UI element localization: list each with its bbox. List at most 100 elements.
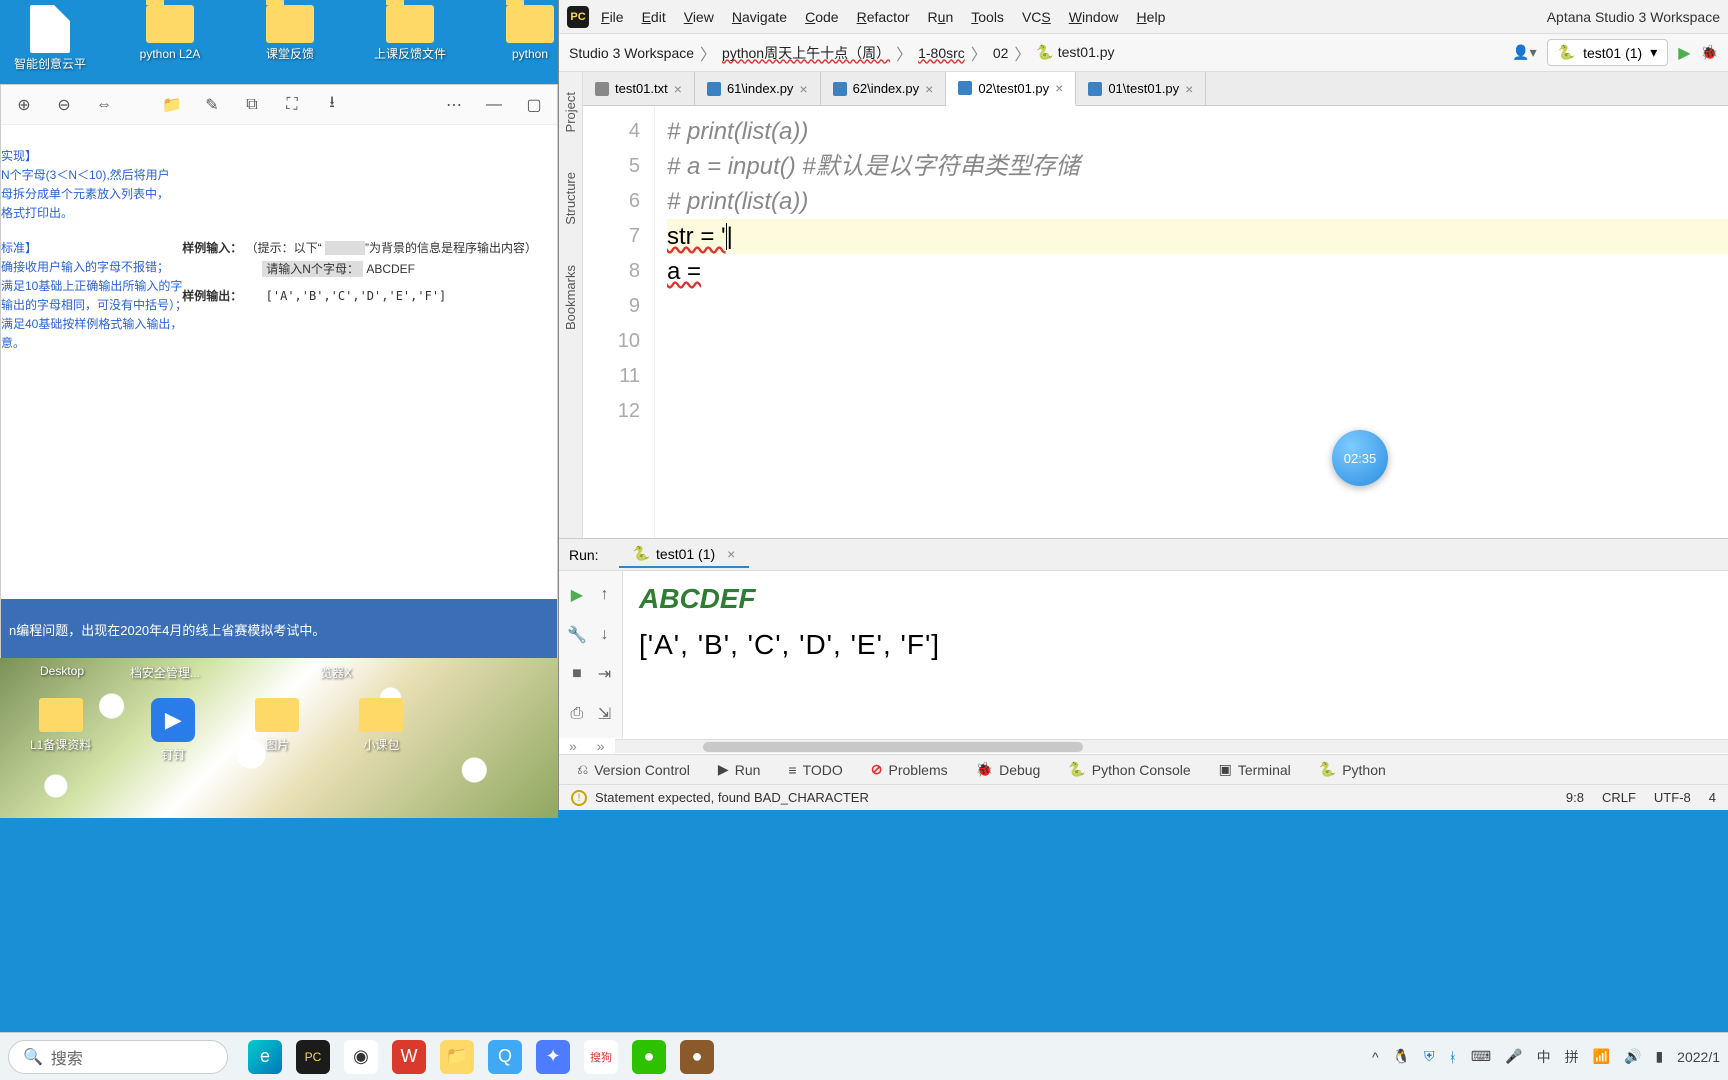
zoom-out-icon[interactable]: ⊖ bbox=[53, 94, 75, 116]
more-icon[interactable]: ⋯ bbox=[443, 94, 465, 116]
battery-icon[interactable]: ▮ bbox=[1655, 1048, 1663, 1065]
desktop-icon[interactable]: python L2A bbox=[130, 5, 210, 71]
close-icon[interactable]: × bbox=[799, 81, 807, 97]
wrap-icon[interactable]: ⇥ bbox=[595, 659, 614, 691]
run-output[interactable]: ABCDEF ['A', 'B', 'C', 'D', 'E', 'F'] bbox=[623, 571, 1728, 738]
menu-run[interactable]: Run bbox=[928, 9, 954, 25]
close-icon[interactable]: × bbox=[674, 81, 682, 97]
desktop-icon[interactable]: 课堂反馈 bbox=[250, 5, 330, 71]
volume-icon[interactable]: 🔊 bbox=[1624, 1048, 1641, 1065]
minimize-icon[interactable]: — bbox=[483, 94, 505, 116]
shield-icon[interactable]: ⛨ bbox=[1424, 1048, 1435, 1065]
menu-file[interactable]: File bbox=[601, 9, 624, 25]
sogou-app[interactable]: 搜狗 bbox=[584, 1040, 618, 1074]
explorer-app[interactable]: 📁 bbox=[440, 1040, 474, 1074]
clock[interactable]: 2022/1 bbox=[1677, 1049, 1720, 1065]
indent[interactable]: 4 bbox=[1709, 790, 1716, 805]
problems-tab[interactable]: ⊘Problems bbox=[871, 761, 948, 778]
todo-tab[interactable]: ≡TODO bbox=[788, 762, 842, 778]
breadcrumb-item[interactable]: Studio 3 Workspace bbox=[569, 45, 694, 61]
qq-app[interactable]: Q bbox=[488, 1040, 522, 1074]
wechat-app[interactable]: ● bbox=[632, 1040, 666, 1074]
run-button[interactable]: ▶ bbox=[1678, 43, 1690, 63]
desktop-icon[interactable]: L1备课资料 bbox=[30, 698, 91, 763]
debug-tab[interactable]: 🐞Debug bbox=[976, 761, 1041, 778]
up-icon[interactable]: ↑ bbox=[595, 579, 614, 611]
menu-view[interactable]: View bbox=[684, 9, 714, 25]
close-icon[interactable]: × bbox=[727, 546, 735, 562]
desktop-icon[interactable]: 图片 bbox=[255, 698, 299, 763]
menu-help[interactable]: Help bbox=[1137, 9, 1166, 25]
desktop-icon[interactable]: 上课反馈文件 bbox=[370, 5, 450, 71]
bookmarks-tab[interactable]: Bookmarks bbox=[563, 265, 578, 330]
debug-button[interactable]: 🐞 bbox=[1701, 44, 1718, 61]
settings-icon[interactable]: 🔧 bbox=[567, 619, 587, 651]
zoom-in-icon[interactable]: ⊕ bbox=[13, 94, 35, 116]
folder-icon[interactable]: 📁 bbox=[161, 94, 183, 116]
ime-lang[interactable]: 中 bbox=[1537, 1047, 1551, 1067]
encoding[interactable]: UTF-8 bbox=[1654, 790, 1691, 805]
download-icon[interactable]: ⭳ bbox=[321, 94, 343, 116]
menu-edit[interactable]: Edit bbox=[642, 9, 666, 25]
down-icon[interactable]: ↓ bbox=[595, 619, 614, 651]
search-input[interactable]: 🔍 搜索 bbox=[8, 1040, 228, 1074]
project-tab[interactable]: Project bbox=[563, 92, 578, 132]
structure-tab[interactable]: Structure bbox=[563, 172, 578, 225]
export-icon[interactable]: ⇲ bbox=[595, 698, 614, 730]
python-console-tab[interactable]: 🐍Python Console bbox=[1068, 761, 1190, 778]
user-icon[interactable]: 👤▾ bbox=[1512, 44, 1536, 61]
edit-icon[interactable]: ✎ bbox=[201, 94, 223, 116]
desktop-icon[interactable]: 小课包 bbox=[359, 698, 403, 763]
ime-mode[interactable]: 拼 bbox=[1565, 1047, 1579, 1067]
close-icon[interactable]: × bbox=[1055, 80, 1063, 96]
breadcrumb-item[interactable]: 🐍 test01.py bbox=[1036, 44, 1114, 61]
pycharm-app[interactable]: PC bbox=[296, 1040, 330, 1074]
print-icon[interactable]: ⎙ bbox=[567, 698, 587, 730]
editor-tab[interactable]: 02\test01.py× bbox=[946, 72, 1076, 106]
editor-tab[interactable]: 62\index.py× bbox=[821, 72, 947, 105]
app[interactable]: ● bbox=[680, 1040, 714, 1074]
feishu-app[interactable]: ✦ bbox=[536, 1040, 570, 1074]
menu-tools[interactable]: Tools bbox=[971, 9, 1004, 25]
chrome-app[interactable]: ◉ bbox=[344, 1040, 378, 1074]
more-icon[interactable]: » bbox=[559, 738, 587, 754]
copy-icon[interactable]: ⧉ bbox=[241, 94, 263, 116]
fit-width-icon[interactable]: ⇔ bbox=[93, 94, 115, 116]
qq-tray-icon[interactable]: 🐧 bbox=[1393, 1048, 1410, 1065]
breadcrumb-item[interactable]: 02 bbox=[993, 45, 1009, 61]
keyboard-icon[interactable]: ⌨ bbox=[1471, 1048, 1491, 1065]
maximize-icon[interactable]: ▢ bbox=[523, 94, 545, 116]
wps-app[interactable]: W bbox=[392, 1040, 426, 1074]
breadcrumb-item[interactable]: 1-80src bbox=[918, 45, 965, 61]
bluetooth-icon[interactable]: ᚼ bbox=[1449, 1049, 1457, 1065]
line-separator[interactable]: CRLF bbox=[1602, 790, 1636, 805]
editor-tab[interactable]: 61\index.py× bbox=[695, 72, 821, 105]
close-icon[interactable]: × bbox=[925, 81, 933, 97]
version-control-tab[interactable]: ⎌Version Control bbox=[577, 761, 690, 778]
close-icon[interactable]: × bbox=[1185, 81, 1193, 97]
menu-window[interactable]: Window bbox=[1069, 9, 1119, 25]
rerun-icon[interactable]: ▶ bbox=[567, 579, 587, 611]
cursor-position[interactable]: 9:8 bbox=[1566, 790, 1584, 805]
menu-vcs[interactable]: VCS bbox=[1022, 9, 1051, 25]
terminal-tab[interactable]: ▣Terminal bbox=[1219, 761, 1291, 778]
fullscreen-icon[interactable]: ⛶ bbox=[281, 94, 303, 116]
desktop-icon[interactable]: 智能创意云平 bbox=[10, 5, 90, 71]
editor-tab[interactable]: 01\test01.py× bbox=[1076, 72, 1206, 105]
horizontal-scrollbar[interactable] bbox=[615, 739, 1728, 753]
breadcrumb-item[interactable]: python周天上午十点（周） bbox=[722, 43, 890, 63]
menu-refactor[interactable]: Refactor bbox=[857, 9, 910, 25]
timer-overlay[interactable]: 02:35 bbox=[1332, 430, 1388, 486]
editor-tab[interactable]: test01.txt× bbox=[583, 72, 695, 105]
run-config-selector[interactable]: 🐍 test01 (1) ▾ bbox=[1547, 39, 1669, 66]
edge-app[interactable]: e bbox=[248, 1040, 282, 1074]
network-icon[interactable]: 📶 bbox=[1593, 1048, 1610, 1065]
menu-code[interactable]: Code bbox=[805, 9, 838, 25]
run-tab[interactable]: 🐍 test01 (1) × bbox=[619, 541, 750, 568]
code-editor[interactable]: 456 789 101112 # print(list(a)) # a = in… bbox=[583, 106, 1728, 538]
code-lines[interactable]: # print(list(a)) # a = input() #默认是以字符串类… bbox=[655, 106, 1728, 538]
python-packages-tab[interactable]: 🐍Python bbox=[1319, 761, 1386, 778]
stop-icon[interactable]: ■ bbox=[567, 659, 587, 691]
mic-icon[interactable]: 🎤 bbox=[1505, 1048, 1522, 1065]
chevron-up-icon[interactable]: ^ bbox=[1372, 1049, 1379, 1065]
